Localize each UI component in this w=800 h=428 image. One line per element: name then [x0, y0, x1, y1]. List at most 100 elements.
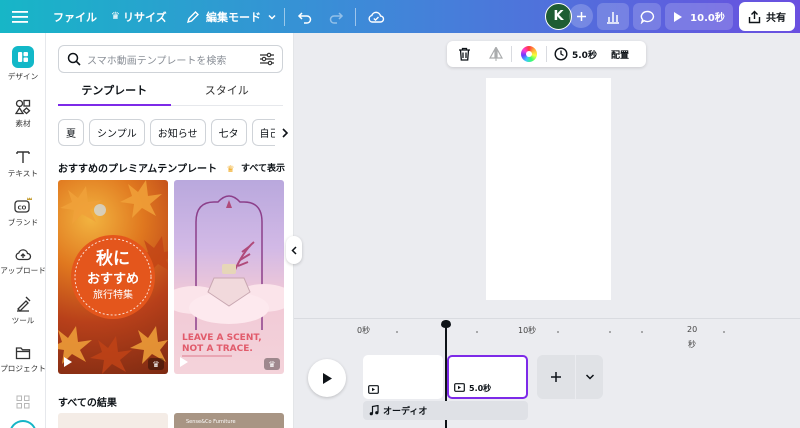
- result-thumbnail-1[interactable]: [58, 413, 168, 428]
- delete-button[interactable]: [451, 41, 477, 67]
- magic-icon[interactable]: [9, 420, 37, 428]
- present-button[interactable]: 10.0秒: [665, 3, 733, 30]
- rail-label: ツール: [11, 316, 35, 325]
- playhead-handle[interactable]: [441, 320, 451, 328]
- share-button[interactable]: 共有: [739, 2, 795, 31]
- position-button[interactable]: 配置: [611, 41, 629, 67]
- collapse-panel-button[interactable]: [286, 236, 302, 264]
- template2-line2: NOT A TRACE.: [182, 344, 253, 354]
- share-label: 共有: [766, 13, 786, 24]
- chevron-left-icon: [291, 245, 297, 255]
- templates-panel: スマホ動画テンプレートを検索 テンプレート スタイル 夏 シンプル お知らせ 七…: [46, 33, 294, 428]
- filter-chips: 夏 シンプル お知らせ 七タ 自己: [58, 119, 293, 146]
- edit-mode-dropdown[interactable]: 編集モード: [186, 0, 277, 33]
- duration-button[interactable]: 5.0秒: [554, 41, 597, 67]
- design-page[interactable]: [486, 78, 611, 300]
- clip-duration: 5.0秒: [469, 384, 492, 393]
- play-icon: [674, 11, 683, 22]
- divider: [511, 46, 512, 62]
- menu-button[interactable]: [12, 0, 32, 33]
- audio-label: オーディオ: [383, 407, 428, 417]
- trash-icon: [458, 47, 470, 61]
- pencil-icon: [186, 10, 199, 23]
- audio-track[interactable]: オーディオ: [363, 401, 528, 420]
- add-page-button[interactable]: [537, 355, 575, 399]
- premium-section-title: おすすめのプレミアムテンプレート ♛: [58, 164, 235, 175]
- rail-item-tools[interactable]: ツール: [0, 296, 46, 326]
- template-thumbnail-autumn[interactable]: 秋に おすすめ 旅行特集 ♛: [58, 180, 168, 374]
- color-button[interactable]: [516, 41, 542, 67]
- share-icon: [748, 10, 761, 23]
- tab-templates[interactable]: テンプレート: [58, 80, 171, 106]
- timeline-play-button[interactable]: [308, 359, 346, 397]
- rail-item-uploads[interactable]: アップロード: [0, 247, 46, 276]
- music-note-icon: [369, 405, 379, 416]
- undo-button[interactable]: [297, 0, 313, 33]
- brand-icon: CO: [14, 197, 32, 213]
- see-all-link[interactable]: すべて表示: [241, 161, 285, 174]
- invite-button[interactable]: [569, 4, 593, 28]
- rail-item-apps[interactable]: [0, 395, 46, 409]
- rail-item-design[interactable]: デザイン: [0, 46, 46, 82]
- edit-mode-label: 編集モード: [206, 10, 261, 24]
- avatar[interactable]: K: [545, 3, 572, 30]
- all-results-title: すべての結果: [58, 398, 117, 409]
- color-wheel-icon: [521, 46, 537, 62]
- chip-announcement[interactable]: お知らせ: [149, 119, 206, 146]
- chevron-down-icon: [585, 374, 594, 380]
- tools-icon: [17, 296, 31, 312]
- text-icon: [16, 151, 30, 163]
- left-rail: デザイン 素材 テキスト CO ブランド アップロード ツール プロジェクト: [0, 33, 46, 428]
- rail-label: アップロード: [0, 266, 46, 275]
- cloud-upload-icon: [15, 249, 32, 261]
- insights-button[interactable]: [597, 3, 629, 30]
- rail-item-text[interactable]: テキスト: [0, 149, 46, 179]
- perfume-bottle-image: LEAVE A SCENT, NOT A TRACE.: [174, 195, 284, 357]
- resize-button[interactable]: ♛ リサイズ: [111, 0, 167, 33]
- redo-icon: [329, 11, 344, 24]
- rail-item-brand[interactable]: CO ブランド: [0, 196, 46, 228]
- template-title-line3: 旅行特集: [93, 288, 133, 301]
- present-duration: 10.0秒: [690, 13, 725, 24]
- chip-summer[interactable]: 夏: [58, 119, 84, 146]
- folder-icon: [15, 347, 31, 360]
- timeline: 0秒 10秒 20 秒 5.0秒 オーディオ: [294, 318, 800, 428]
- flip-button[interactable]: [483, 41, 509, 67]
- resize-label: リサイズ: [122, 10, 167, 24]
- chevron-right-icon: [281, 127, 288, 138]
- rail-label: ブランド: [7, 218, 39, 227]
- design-icon: [12, 46, 34, 68]
- play-icon: [180, 357, 188, 367]
- template-title-line1: 秋に: [96, 248, 130, 269]
- bar-chart-icon: [607, 11, 619, 24]
- comments-button[interactable]: [633, 3, 661, 30]
- chip-simple[interactable]: シンプル: [89, 119, 145, 146]
- chip-tanabata[interactable]: 七タ: [210, 119, 247, 146]
- rail-item-elements[interactable]: 素材: [0, 99, 46, 129]
- add-page-options-button[interactable]: [576, 355, 603, 399]
- cloud-save-button[interactable]: [367, 0, 385, 33]
- search-input[interactable]: スマホ動画テンプレートを検索: [87, 52, 259, 67]
- tab-styles[interactable]: スタイル: [171, 80, 284, 105]
- elements-icon: [15, 99, 31, 115]
- search-box[interactable]: スマホ動画テンプレートを検索: [58, 45, 283, 73]
- duration-label: 5.0秒: [572, 50, 597, 61]
- flip-icon: [489, 47, 503, 61]
- crown-icon: ♛: [111, 11, 120, 22]
- template-title-line2: おすすめ: [87, 272, 139, 287]
- rail-item-projects[interactable]: プロジェクト: [0, 346, 46, 374]
- comment-icon: [640, 10, 654, 24]
- premium-crown-icon: ♛: [264, 358, 280, 370]
- chips-next-button[interactable]: [275, 119, 293, 146]
- panel-tabs: テンプレート スタイル: [58, 80, 283, 106]
- redo-button[interactable]: [328, 0, 344, 33]
- result-thumbnail-2[interactable]: Sense&Co Furniture: [174, 413, 284, 428]
- file-menu[interactable]: ファイル: [53, 0, 97, 33]
- timeline-clip-1[interactable]: [363, 355, 443, 399]
- result-caption: Sense&Co Furniture: [186, 419, 236, 425]
- maple-leaves-image: 秋に おすすめ 旅行特集: [58, 180, 168, 374]
- divider: [284, 8, 285, 26]
- template-thumbnail-perfume[interactable]: LEAVE A SCENT, NOT A TRACE. ♛: [174, 180, 284, 374]
- filter-icon[interactable]: [259, 52, 275, 66]
- timeline-clip-2[interactable]: 5.0秒: [447, 355, 528, 399]
